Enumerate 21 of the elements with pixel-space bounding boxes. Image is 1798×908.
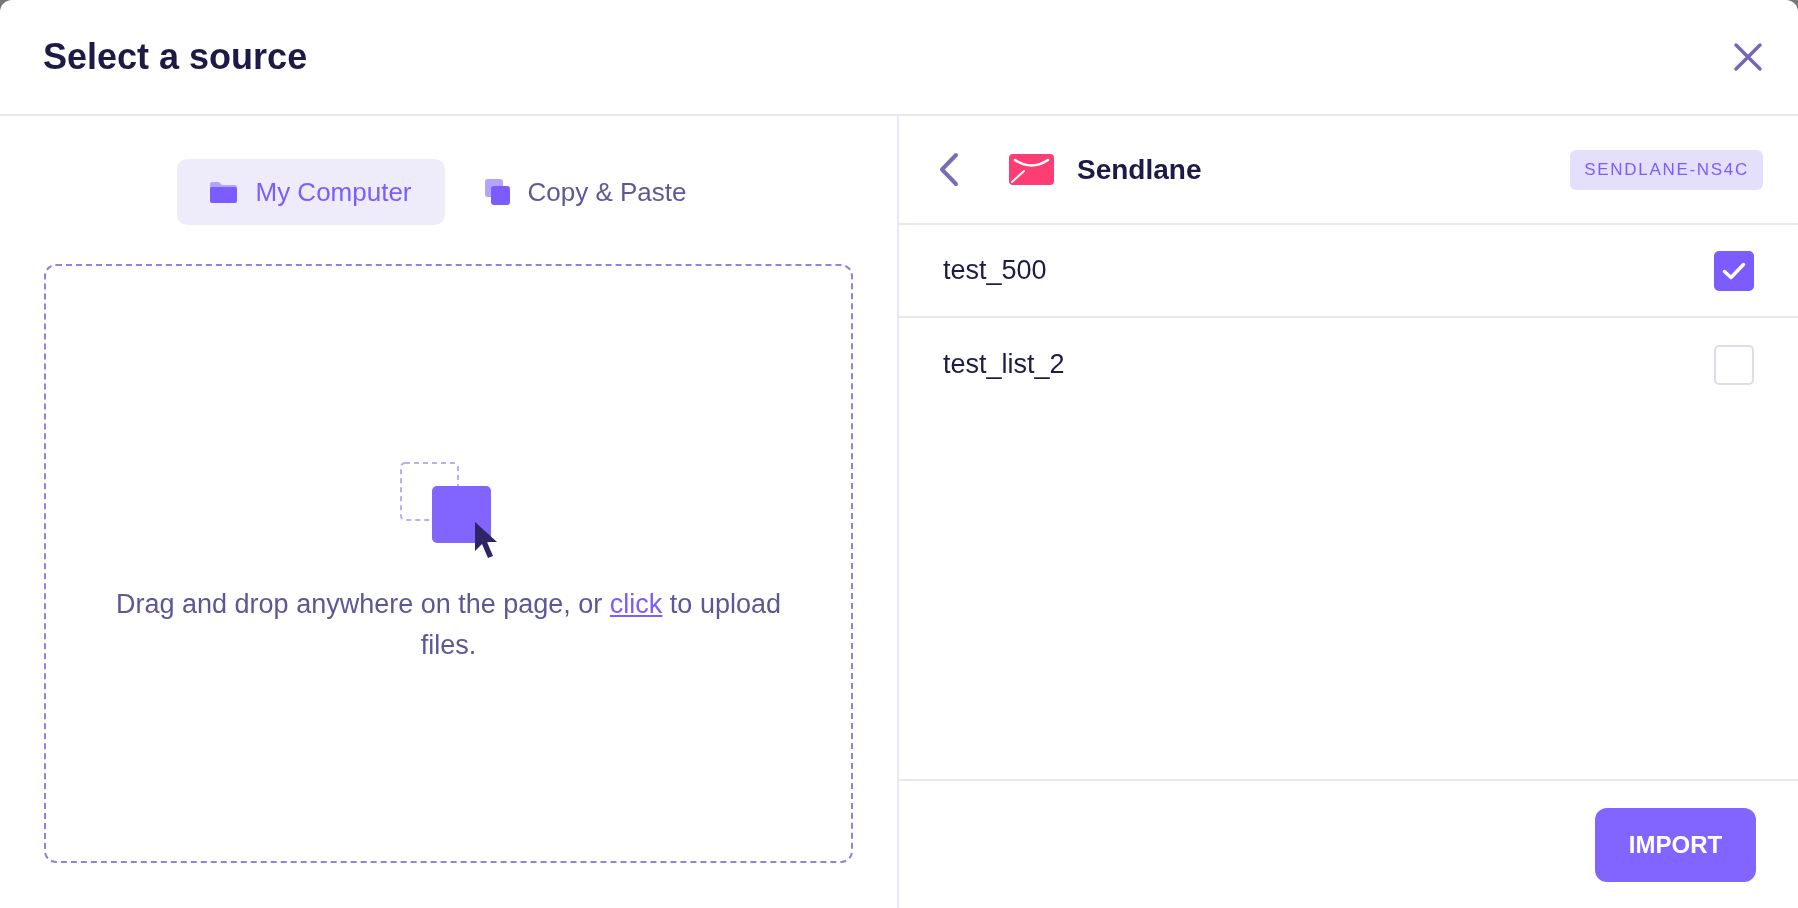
- logo-icon: [1009, 154, 1054, 185]
- copy-icon: [484, 179, 510, 205]
- chevron-left-icon: [938, 152, 960, 187]
- list-name: test_list_2: [943, 349, 1065, 380]
- upload-link[interactable]: click: [609, 588, 663, 619]
- list-name: test_500: [943, 255, 1047, 286]
- integration-name: Sendlane: [1077, 153, 1202, 186]
- import-button[interactable]: IMPORT: [1595, 807, 1756, 882]
- dialog-title: Select a source: [43, 36, 308, 78]
- back-button[interactable]: [938, 152, 960, 187]
- source-tab[interactable]: Copy & Paste: [451, 159, 720, 225]
- drag-square-icon: [399, 461, 498, 560]
- check-icon: [1722, 261, 1746, 280]
- close-button[interactable]: [1733, 42, 1763, 72]
- folder-icon: [210, 181, 238, 203]
- close-icon: [1733, 42, 1763, 72]
- dropzone[interactable]: Drag and drop anywhere on the page, or click to upload files.: [44, 264, 853, 863]
- upload-instructions: Drag and drop anywhere on the page, or click to upload files.: [115, 587, 782, 662]
- account-badge: SENDLANE-NS4C: [1570, 149, 1763, 190]
- checkbox[interactable]: [1714, 250, 1754, 291]
- source-tab[interactable]: My Computer: [177, 159, 445, 225]
